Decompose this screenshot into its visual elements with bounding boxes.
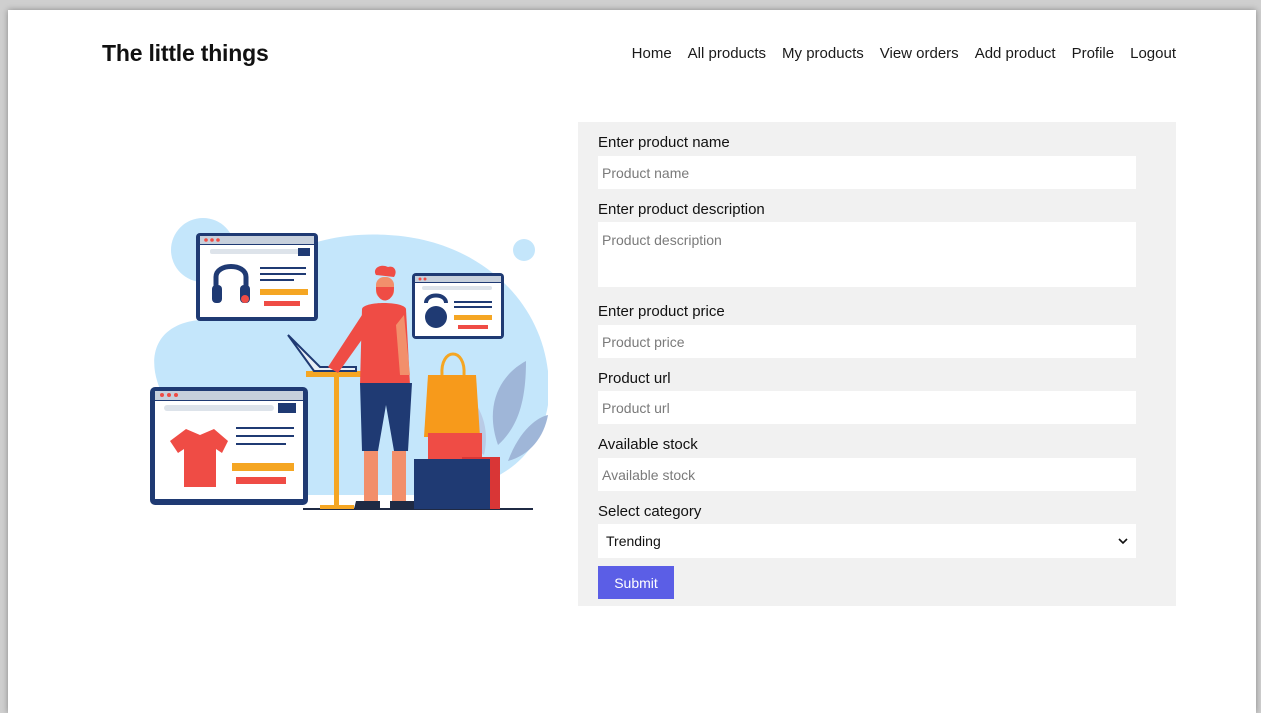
main-nav: Home All products My products View order… — [632, 45, 1176, 62]
desk-foot — [320, 505, 354, 509]
online-shopping-illustration — [150, 218, 548, 510]
nav-home[interactable]: Home — [632, 45, 672, 62]
nav-my-products[interactable]: My products — [782, 45, 864, 62]
nav-add-product[interactable]: Add product — [975, 45, 1056, 62]
product-url-label: Product url — [598, 370, 671, 387]
nav-logout[interactable]: Logout — [1130, 45, 1176, 62]
product-name-label: Enter product name — [598, 134, 730, 151]
bg-dot — [513, 239, 535, 261]
shirt-card-icon — [150, 387, 308, 505]
shopping-bag-icon — [424, 375, 480, 437]
product-description-label: Enter product description — [598, 201, 765, 218]
site-logo[interactable]: The little things — [102, 40, 269, 67]
product-price-input[interactable] — [598, 325, 1136, 358]
kettlebell-card-icon — [412, 273, 504, 339]
add-product-form: Enter product name Enter product descrip… — [578, 122, 1176, 606]
browser-window: The little things Home All products My p… — [8, 10, 1256, 713]
submit-button[interactable]: Submit — [598, 566, 674, 599]
nav-view-orders[interactable]: View orders — [880, 45, 959, 62]
box-navy — [414, 459, 490, 509]
product-name-input[interactable] — [598, 156, 1136, 189]
nav-all-products[interactable]: All products — [688, 45, 766, 62]
product-description-input[interactable] — [598, 222, 1136, 287]
box-red-small — [428, 433, 482, 459]
category-label: Select category — [598, 503, 702, 520]
desk-leg — [334, 377, 339, 507]
headphones-card-icon — [196, 233, 318, 321]
available-stock-input[interactable] — [598, 458, 1136, 491]
category-select[interactable]: Trending — [598, 524, 1136, 558]
category-selected-value: Trending — [606, 533, 661, 549]
product-price-label: Enter product price — [598, 303, 725, 320]
chevron-down-icon — [1118, 537, 1128, 544]
available-stock-label: Available stock — [598, 436, 698, 453]
nav-profile[interactable]: Profile — [1072, 45, 1115, 62]
product-url-input[interactable] — [598, 391, 1136, 424]
